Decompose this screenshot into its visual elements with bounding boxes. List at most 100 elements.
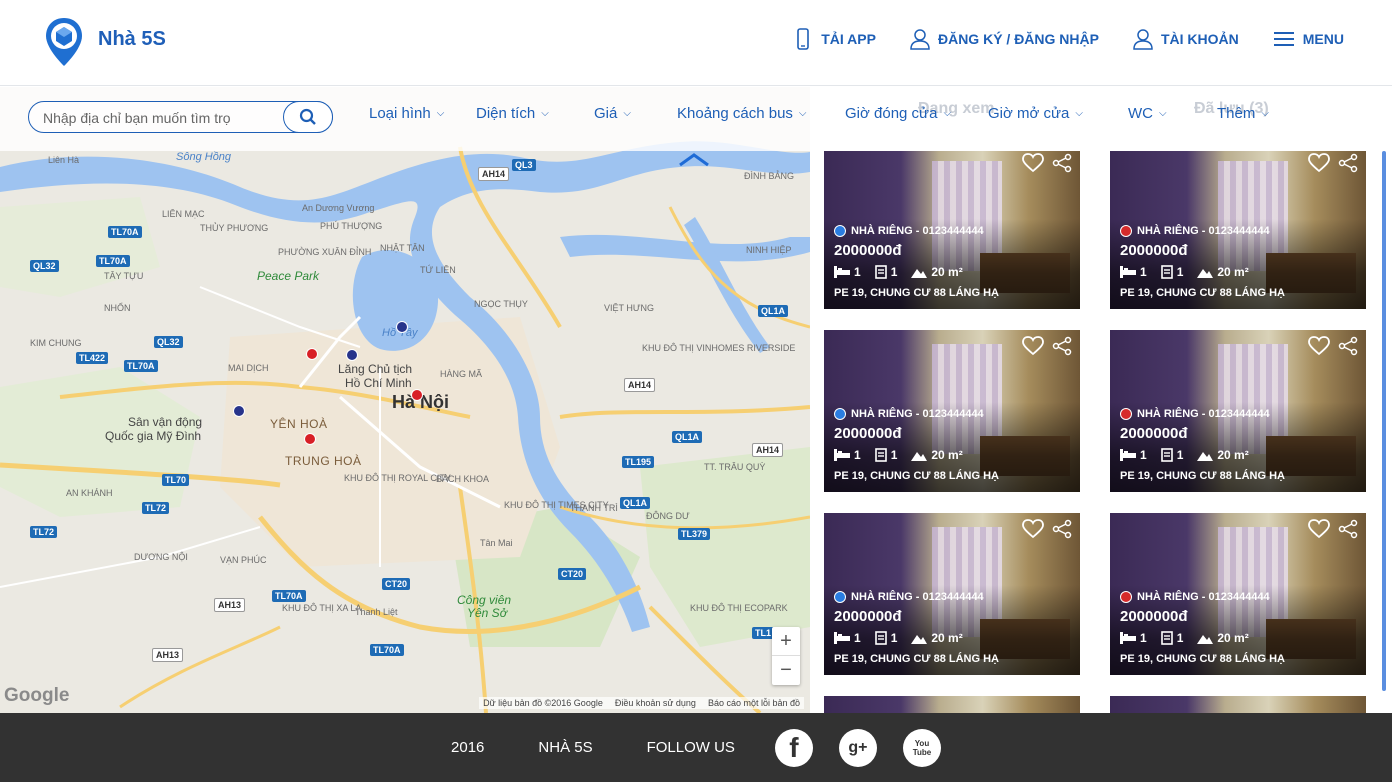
listing-card[interactable]: NHÀ RIÊNG - 0123444444 2000000đ 1 1 20 m… [824, 330, 1080, 492]
card-actions [1308, 153, 1358, 173]
search-input[interactable] [43, 108, 283, 128]
nav-account[interactable]: TÀI KHOẢN [1133, 28, 1239, 50]
filter-wc[interactable]: WC ⌵ [1128, 105, 1167, 122]
collapse-up-icon[interactable] [676, 149, 712, 169]
listing-address: PE 19, CHUNG CƯ 88 LÁNG HẠ [1120, 470, 1285, 482]
map-marker-blue[interactable] [347, 350, 357, 360]
map[interactable]: QL3 AH14 TL70A TL70A QL32 QL32 TL422 TL7… [0, 87, 810, 713]
bath-icon [874, 448, 887, 462]
filter-more[interactable]: Thêm ⌵ [1217, 105, 1269, 122]
listing-card-partial[interactable] [1110, 696, 1366, 713]
heart-icon[interactable] [1308, 336, 1330, 356]
search-button[interactable] [283, 101, 333, 133]
google-plus-icon[interactable]: g+ [838, 728, 877, 767]
listing-address: PE 19, CHUNG CƯ 88 LÁNG HẠ [834, 653, 999, 665]
map-label: KIM CHUNG [30, 338, 82, 348]
filter-closing-time[interactable]: Giờ đóng cửa ⌵ [845, 105, 951, 122]
map-label-park: Công viên [457, 593, 512, 607]
heart-icon[interactable] [1308, 153, 1330, 173]
bed-count-value: 1 [1140, 265, 1147, 279]
chevron-down-icon: ⌵ [623, 108, 631, 119]
listing-type-label: NHÀ RIÊNG - 0123444444 [851, 408, 984, 420]
road-shield: CT20 [382, 578, 411, 590]
heart-icon[interactable] [1022, 519, 1044, 539]
listing-card-partial[interactable] [824, 696, 1080, 713]
map-label: THANH TRÌ [570, 503, 618, 513]
attrib-data[interactable]: Dữ liệu bản đồ ©2016 Google [483, 698, 603, 708]
heart-icon[interactable] [1308, 519, 1330, 539]
share-icon[interactable] [1052, 519, 1072, 539]
bed-icon [834, 266, 850, 278]
map-marker-blue[interactable] [397, 322, 407, 332]
share-icon[interactable] [1338, 153, 1358, 173]
filter-bus-distance[interactable]: Khoảng cách bus ⌵ [677, 105, 807, 122]
attrib-terms[interactable]: Điều khoản sử dụng [615, 698, 696, 708]
heart-icon[interactable] [1022, 336, 1044, 356]
listing-card[interactable]: NHÀ RIÊNG - 0123444444 2000000đ 1 1 20 m… [1110, 513, 1366, 675]
listing-card[interactable]: NHÀ RIÊNG - 0123444444 2000000đ 1 1 20 m… [1110, 151, 1366, 309]
status-dot [834, 591, 846, 603]
filter-price[interactable]: Giá ⌵ [594, 105, 631, 122]
listing-card[interactable]: NHÀ RIÊNG - 0123444444 2000000đ 1 1 20 m… [1110, 330, 1366, 492]
filter-type[interactable]: Loại hình ⌵ [369, 105, 444, 122]
zoom-in-button[interactable]: + [772, 627, 800, 656]
share-icon[interactable] [1338, 336, 1358, 356]
map-label: Tân Mai [480, 538, 513, 548]
bed-count: 1 [834, 448, 861, 462]
area-value: 20 m² [931, 448, 963, 462]
map-marker-red[interactable] [305, 434, 315, 444]
area-size: 20 m² [911, 448, 963, 462]
share-icon[interactable] [1338, 519, 1358, 539]
zoom-out-button[interactable]: − [772, 656, 800, 685]
logo-pin-icon[interactable] [44, 16, 84, 68]
youtube-icon[interactable]: You Tube [902, 728, 941, 767]
phone-icon [797, 28, 810, 50]
road-shield: QL1A [620, 497, 651, 509]
bed-icon [1120, 449, 1136, 461]
map-marker-red[interactable] [307, 349, 317, 359]
brand-name[interactable]: Nhà 5S [98, 28, 166, 51]
bed-count: 1 [834, 265, 861, 279]
map-marker-red[interactable] [412, 390, 422, 400]
top-nav: TẢI APP ĐĂNG KÝ / ĐĂNG NHẬP TÀI KHOẢN ME… [793, 28, 1344, 50]
bath-icon [874, 265, 887, 279]
map-label: NHỔN [104, 303, 131, 313]
listing-card[interactable]: NHÀ RIÊNG - 0123444444 2000000đ 1 1 20 m… [824, 151, 1080, 309]
attrib-report[interactable]: Báo cáo một lỗi bản đồ [708, 698, 800, 708]
listing-address: PE 19, CHUNG CƯ 88 LÁNG HẠ [1120, 287, 1285, 299]
nav-download-app[interactable]: TẢI APP [793, 28, 876, 50]
map-label-mausoleum-2: Hồ Chí Minh [345, 376, 412, 390]
listing-card[interactable]: NHÀ RIÊNG - 0123444444 2000000đ 1 1 20 m… [824, 513, 1080, 675]
map-marker-blue[interactable] [234, 406, 244, 416]
nav-menu[interactable]: MENU [1273, 28, 1344, 50]
map-label: DƯƠNG NỘI [134, 552, 188, 562]
scrollbar[interactable] [1382, 151, 1386, 691]
bath-count-value: 1 [1176, 265, 1184, 279]
filter-area[interactable]: Diện tích ⌵ [476, 105, 549, 122]
map-label: ĐÔNG DƯ [646, 511, 690, 521]
chevron-down-icon: ⌵ [1075, 108, 1083, 119]
listing-panel[interactable]: NHÀ RIÊNG - 0123444444 2000000đ 1 1 20 m… [810, 151, 1392, 713]
map-label: LIÊN MẠC [162, 209, 205, 219]
bed-count-value: 1 [854, 448, 861, 462]
listing-type-label: NHÀ RIÊNG - 0123444444 [1137, 225, 1270, 237]
footer-brand[interactable]: NHÀ 5S [538, 739, 592, 756]
listing-price: 2000000đ [834, 425, 902, 442]
area-icon [911, 269, 928, 278]
nav-register-login[interactable]: ĐĂNG KÝ / ĐĂNG NHẬP [910, 28, 1099, 50]
google-logo[interactable]: Google [4, 685, 69, 707]
listing-price: 2000000đ [1120, 608, 1188, 625]
filter-opening-time[interactable]: Giờ mở cửa ⌵ [988, 105, 1083, 122]
map-label: THỦY PHƯƠNG [200, 223, 269, 233]
road-shield: TL422 [76, 352, 109, 364]
heart-icon[interactable] [1022, 153, 1044, 173]
share-icon[interactable] [1052, 153, 1072, 173]
user-icon [910, 29, 930, 50]
area-value: 20 m² [1217, 448, 1249, 462]
youtube-glyph: You Tube [912, 738, 932, 757]
road-shield: AH14 [624, 378, 656, 392]
share-icon[interactable] [1052, 336, 1072, 356]
facebook-icon[interactable]: f [774, 728, 813, 767]
road-shield: CT20 [558, 568, 587, 580]
listing-type: NHÀ RIÊNG - 0123444444 [834, 591, 984, 603]
